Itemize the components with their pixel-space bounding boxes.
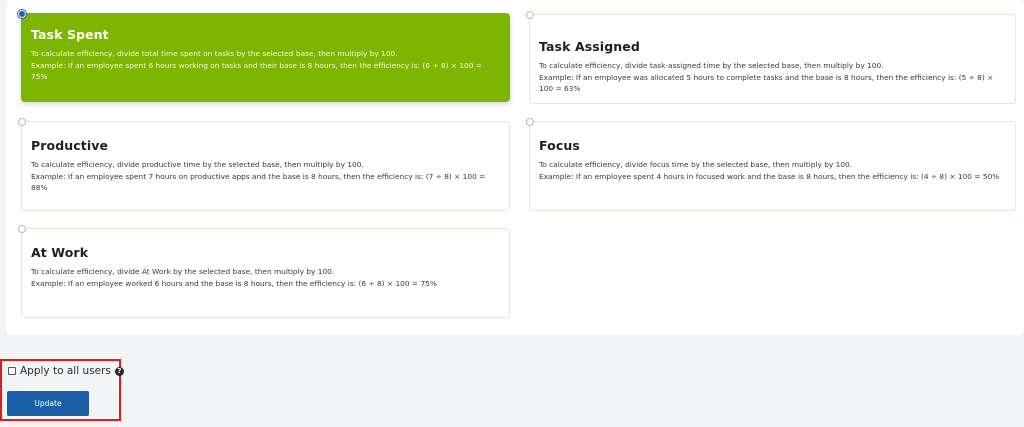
option-example: Example: If an employee was allocated 5 … [539,72,994,94]
option-description: To calculate efficiency, divide producti… [31,160,364,169]
option-title: At Work [31,245,89,260]
option-example: Example: If an employee worked 6 hours a… [31,278,437,288]
option-card-focus[interactable]: Focus To calculate efficiency, divide fo… [526,118,1016,211]
apply-to-all-users-row[interactable]: Apply to all users ? [8,365,124,377]
apply-to-all-users-label: Apply to all users [20,365,111,377]
efficiency-options-panel: Task Spent To calculate efficiency, divi… [6,0,1024,335]
option-card-task-spent[interactable]: Task Spent To calculate efficiency, divi… [18,10,510,102]
radio-task-spent[interactable] [18,10,26,18]
option-card-productive[interactable]: Productive To calculate efficiency, divi… [18,118,510,211]
option-card-at-work[interactable]: At Work To calculate efficiency, divide … [18,225,510,318]
option-title: Task Spent [31,27,109,42]
radio-task-assigned[interactable] [526,11,534,19]
option-card-task-assigned[interactable]: Task Assigned To calculate efficiency, d… [526,11,1016,104]
option-description: To calculate efficiency, divide At Work … [31,267,335,276]
option-description: To calculate efficiency, divide total ti… [31,49,398,58]
apply-to-all-users-checkbox[interactable] [8,367,16,375]
radio-focus[interactable] [526,118,534,126]
option-title: Task Assigned [539,39,640,54]
option-example: Example: If an employee spent 4 hours in… [539,171,1000,181]
question-circle-icon[interactable]: ? [114,366,124,376]
option-example: Example: If an employee spent 6 hours wo… [31,60,482,82]
radio-productive[interactable] [18,118,26,126]
option-description: To calculate efficiency, divide task-ass… [539,61,884,70]
radio-at-work[interactable] [18,225,26,233]
option-description: To calculate efficiency, divide focus ti… [539,160,853,169]
update-button[interactable]: Update [7,391,89,416]
option-example: Example: If an employee spent 7 hours on… [31,171,486,193]
option-title: Focus [539,138,580,153]
option-title: Productive [31,138,109,153]
